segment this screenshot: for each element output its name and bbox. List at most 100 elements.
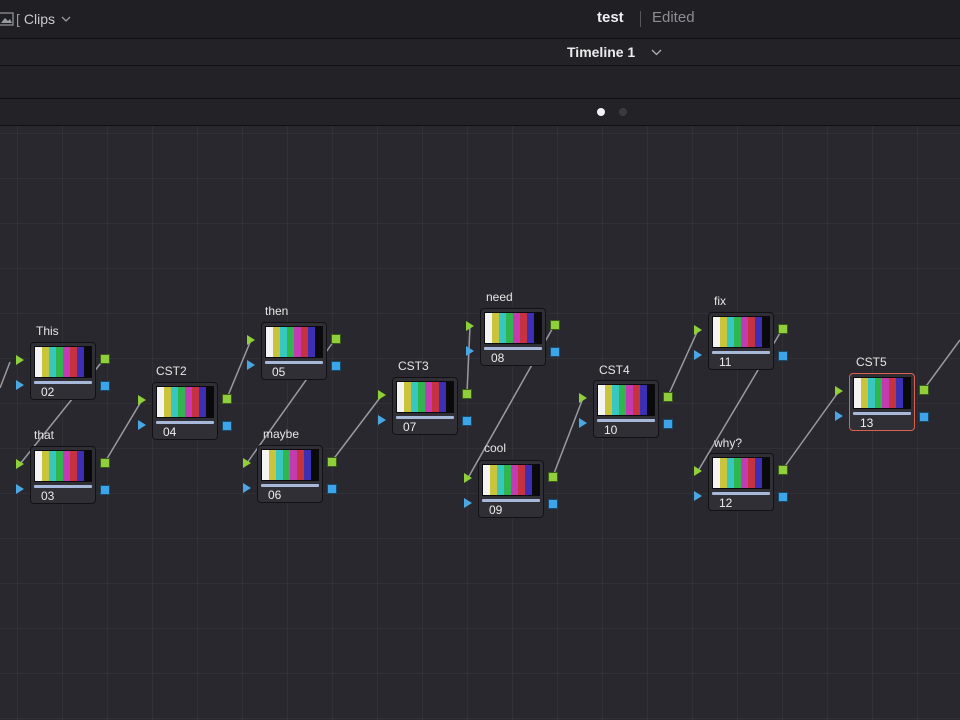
- key-input-13[interactable]: [835, 411, 843, 421]
- connection-12-13[interactable]: [782, 390, 840, 470]
- rgb-output-11[interactable]: [778, 324, 788, 334]
- node-enable-bar: [597, 419, 655, 422]
- key-output-13[interactable]: [919, 412, 929, 422]
- rgb-input-04[interactable]: [138, 395, 146, 405]
- node-05[interactable]: 05: [261, 322, 327, 380]
- node-thumbnail: [265, 326, 323, 358]
- connection-06-07[interactable]: [331, 394, 383, 462]
- rgb-input-12[interactable]: [694, 466, 702, 476]
- rgb-input-11[interactable]: [694, 325, 702, 335]
- project-name: test: [597, 9, 624, 26]
- key-input-03[interactable]: [16, 484, 24, 494]
- project-status: Edited: [652, 9, 695, 26]
- node-number: 10: [604, 423, 618, 437]
- rgb-input-13[interactable]: [835, 386, 843, 396]
- key-output-09[interactable]: [548, 499, 558, 509]
- rgb-input-10[interactable]: [579, 393, 587, 403]
- rgb-input-07[interactable]: [378, 390, 386, 400]
- node-thumbnail: [484, 312, 542, 344]
- key-input-07[interactable]: [378, 415, 386, 425]
- key-output-12[interactable]: [778, 492, 788, 502]
- timeline-selector[interactable]: Timeline 1: [567, 43, 662, 61]
- node-08[interactable]: 08: [480, 308, 546, 366]
- page-dot-1[interactable]: [597, 108, 605, 116]
- key-input-05[interactable]: [247, 360, 255, 370]
- rgb-output-08[interactable]: [550, 320, 560, 330]
- rgb-input-02[interactable]: [16, 355, 24, 365]
- node-12[interactable]: 12: [708, 453, 774, 511]
- key-input-04[interactable]: [138, 420, 146, 430]
- node-enable-bar: [853, 412, 911, 415]
- node-enable-bar: [484, 347, 542, 350]
- rgb-output-02[interactable]: [100, 354, 110, 364]
- rgb-output-06[interactable]: [327, 457, 337, 467]
- rgb-output-03[interactable]: [100, 458, 110, 468]
- connection-10-11[interactable]: [667, 329, 699, 397]
- key-input-06[interactable]: [243, 483, 251, 493]
- rgb-output-13[interactable]: [919, 385, 929, 395]
- key-input-10[interactable]: [579, 418, 587, 428]
- key-input-12[interactable]: [694, 491, 702, 501]
- node-label-09: cool: [484, 441, 507, 455]
- connection-07-08[interactable]: [466, 325, 471, 394]
- rgb-output-04[interactable]: [222, 394, 232, 404]
- node-thumbnail: [156, 386, 214, 418]
- key-output-05[interactable]: [331, 361, 341, 371]
- key-input-02[interactable]: [16, 380, 24, 390]
- key-output-02[interactable]: [100, 381, 110, 391]
- rgb-input-05[interactable]: [247, 335, 255, 345]
- rgb-input-09[interactable]: [464, 473, 472, 483]
- rgb-output-10[interactable]: [663, 392, 673, 402]
- clips-toggle[interactable]: [ Clips: [0, 9, 71, 29]
- node-07[interactable]: 07: [392, 377, 458, 435]
- page-dot-2[interactable]: [619, 108, 627, 116]
- node-enable-bar: [712, 492, 770, 495]
- rgb-output-12[interactable]: [778, 465, 788, 475]
- node-label-06: maybe: [263, 427, 300, 441]
- key-input-08[interactable]: [466, 346, 474, 356]
- node-graph-canvas[interactable]: This 02 that 03 CST2 04 then 05 maybe 06 CST3 07 nee…: [0, 126, 960, 720]
- rgb-input-08[interactable]: [466, 321, 474, 331]
- node-number: 09: [489, 503, 503, 517]
- node-02[interactable]: 02: [30, 342, 96, 400]
- node-06[interactable]: 06: [257, 445, 323, 503]
- key-output-04[interactable]: [222, 421, 232, 431]
- key-output-10[interactable]: [663, 419, 673, 429]
- node-label-13: CST5: [856, 355, 887, 369]
- node-09[interactable]: 09: [478, 460, 544, 518]
- node-label-10: CST4: [599, 363, 630, 377]
- connection-09-10[interactable]: [552, 397, 584, 477]
- node-10[interactable]: 10: [593, 380, 659, 438]
- node-03[interactable]: 03: [30, 446, 96, 504]
- key-input-11[interactable]: [694, 350, 702, 360]
- node-label-12: why?: [714, 436, 743, 450]
- key-output-06[interactable]: [327, 484, 337, 494]
- node-04[interactable]: 04: [152, 382, 218, 440]
- node-label-11: fix: [714, 294, 726, 308]
- key-output-11[interactable]: [778, 351, 788, 361]
- node-label-07: CST3: [398, 359, 429, 373]
- key-output-03[interactable]: [100, 485, 110, 495]
- node-enable-bar: [265, 361, 323, 364]
- key-output-07[interactable]: [462, 416, 472, 426]
- connection-03-04[interactable]: [104, 399, 143, 463]
- rgb-input-06[interactable]: [243, 458, 251, 468]
- rgb-output-09[interactable]: [548, 472, 558, 482]
- node-13[interactable]: 13: [849, 373, 915, 431]
- chevron-down-icon: [651, 49, 662, 55]
- key-output-08[interactable]: [550, 347, 560, 357]
- connection-out-13[interactable]: [923, 339, 960, 390]
- node-label-08: need: [486, 290, 513, 304]
- connection-in-02[interactable]: [0, 361, 11, 389]
- rgb-output-05[interactable]: [331, 334, 341, 344]
- node-11[interactable]: 11: [708, 312, 774, 370]
- key-input-09[interactable]: [464, 498, 472, 508]
- node-enable-bar: [396, 416, 454, 419]
- rgb-output-07[interactable]: [462, 389, 472, 399]
- chevron-down-icon: [61, 16, 71, 22]
- node-number: 05: [272, 365, 286, 379]
- node-enable-bar: [156, 421, 214, 424]
- node-thumbnail: [712, 457, 770, 489]
- node-thumbnail: [597, 384, 655, 416]
- rgb-input-03[interactable]: [16, 459, 24, 469]
